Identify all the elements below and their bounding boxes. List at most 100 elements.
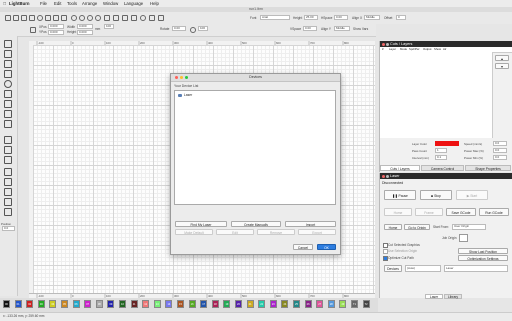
frame-icon[interactable]: [113, 15, 119, 21]
import-icon[interactable]: [29, 15, 35, 21]
palette-swatch[interactable]: 29: [339, 300, 347, 308]
apple-icon[interactable]: : [3, 1, 6, 6]
palette-swatch[interactable]: 05: [61, 300, 68, 308]
palette-swatch[interactable]: 06: [72, 300, 80, 308]
rotate-input[interactable]: 0.00: [172, 26, 186, 31]
palette-swatch[interactable]: 25: [293, 300, 300, 308]
cut-icon[interactable]: [45, 15, 51, 21]
distribute-icon[interactable]: [4, 208, 12, 216]
create-manually-button[interactable]: Create Manually: [231, 221, 281, 227]
palette-swatch[interactable]: 26: [304, 300, 312, 308]
text-tool-icon-left[interactable]: [4, 100, 12, 108]
palette-swatch[interactable]: 12: [142, 300, 150, 308]
job-origin-grid[interactable]: [459, 234, 468, 242]
device-list[interactable]: Laser: [174, 90, 336, 205]
pan-icon[interactable]: [104, 15, 110, 21]
hspace-input[interactable]: 0.00: [334, 15, 348, 20]
mirror-icon[interactable]: [4, 156, 12, 164]
palette-swatch[interactable]: T2: [362, 300, 370, 308]
height-input[interactable]: 0.000: [77, 30, 93, 35]
measure-icon[interactable]: [4, 120, 12, 128]
select-tool-icon[interactable]: [4, 40, 12, 48]
position-laser-icon[interactable]: [4, 110, 12, 118]
line-tool-icon[interactable]: [4, 60, 12, 68]
node-edit-icon[interactable]: [149, 15, 155, 21]
polygon-tool-icon[interactable]: [4, 90, 12, 98]
panel-close-icon[interactable]: [382, 42, 385, 46]
edit-button[interactable]: Edit: [216, 229, 254, 235]
palette-swatch[interactable]: 10: [119, 300, 126, 308]
home-button[interactable]: Home: [384, 208, 412, 216]
tab-library[interactable]: Library: [444, 294, 462, 299]
palette-swatch[interactable]: 17: [200, 300, 208, 308]
tab-camera-control[interactable]: Camera Control: [421, 165, 464, 171]
offset-input[interactable]: 0: [396, 15, 406, 20]
percent-input[interactable]: 100: [104, 24, 114, 29]
cancel-button[interactable]: Cancel: [293, 244, 313, 250]
zoom-in-icon[interactable]: [71, 15, 77, 21]
start-button[interactable]: ▶ Start: [456, 190, 488, 200]
palette-swatch[interactable]: 24: [281, 300, 289, 308]
menu-help[interactable]: Help: [150, 1, 159, 6]
new-file-icon[interactable]: [21, 15, 27, 21]
app-menu[interactable]: LightBurn: [9, 1, 30, 6]
zoom-frame-icon[interactable]: [87, 15, 93, 21]
rotate-icon[interactable]: [190, 27, 196, 33]
xpos-input[interactable]: 0.000: [48, 24, 64, 29]
save-file-icon[interactable]: [13, 15, 19, 21]
trace-icon[interactable]: [131, 15, 137, 21]
palette-swatch[interactable]: 18: [211, 300, 219, 308]
panel-float-icon[interactable]: [386, 42, 389, 46]
paste-icon[interactable]: [61, 15, 67, 21]
menu-edit[interactable]: Edit: [54, 1, 61, 6]
power-min-input[interactable]: 0.0: [493, 155, 507, 160]
tab-shape-properties[interactable]: Shape Properties: [465, 165, 511, 171]
palette-swatch[interactable]: 01: [14, 300, 22, 308]
menu-tools[interactable]: Tools: [67, 1, 77, 6]
move-icon[interactable]: [122, 15, 128, 21]
menu-language[interactable]: Language: [124, 1, 143, 6]
optimization-settings-button[interactable]: Optimization Settings: [458, 255, 508, 261]
text-tool-icon[interactable]: [158, 15, 164, 21]
palette-swatch[interactable]: 16: [188, 300, 196, 308]
weld-icon[interactable]: [4, 188, 12, 196]
laser-select[interactable]: Laser: [444, 265, 508, 272]
lock-icon[interactable]: [30, 27, 36, 33]
zoom-page-icon[interactable]: [95, 15, 101, 21]
width-input[interactable]: 0.000: [77, 24, 93, 29]
palette-swatch[interactable]: 19: [223, 300, 231, 308]
position-input[interactable]: 0.0: [2, 226, 15, 231]
ungroup-icon[interactable]: [4, 178, 12, 186]
flip-vertical-icon[interactable]: [4, 146, 12, 154]
layers-list[interactable]: [380, 52, 493, 138]
align-icon[interactable]: [4, 198, 12, 206]
find-my-laser-button[interactable]: Find My Laser: [175, 221, 227, 227]
palette-swatch[interactable]: 15: [177, 300, 184, 308]
laser-panel-float-icon[interactable]: [386, 174, 389, 178]
vspace-input[interactable]: 0.00: [303, 26, 317, 31]
palette-swatch[interactable]: 20: [235, 300, 242, 308]
start-from-select[interactable]: User Origin: [452, 224, 486, 230]
flip-horizontal-icon[interactable]: [4, 136, 12, 144]
move-layer-down-button[interactable]: ▼: [495, 63, 509, 69]
remove-button[interactable]: Remove: [257, 229, 295, 235]
menu-file[interactable]: File: [40, 1, 47, 6]
move-layer-up-button[interactable]: ▲: [495, 55, 509, 61]
palette-swatch[interactable]: 21: [246, 300, 254, 308]
import-button[interactable]: Import: [285, 221, 336, 227]
device-list-item[interactable]: Laser: [178, 93, 192, 97]
ellipse-tool-icon[interactable]: [4, 80, 12, 88]
power-max-input[interactable]: 0.0: [493, 148, 507, 153]
devices-select[interactable]: (Auto): [405, 265, 441, 272]
palette-swatch[interactable]: 08: [95, 300, 103, 308]
palette-swatch[interactable]: 03: [37, 300, 45, 308]
zoom-window-icon[interactable]: [185, 76, 188, 79]
layer-color-swatch[interactable]: [435, 141, 459, 146]
group-icon[interactable]: [4, 168, 12, 176]
pass-count-input[interactable]: 1: [435, 148, 447, 153]
minimize-window-icon[interactable]: [180, 76, 183, 79]
devices-button[interactable]: Devices: [384, 265, 402, 272]
home2-button[interactable]: Home: [384, 224, 402, 230]
align-y-select[interactable]: Middle: [334, 26, 350, 31]
palette-swatch[interactable]: 22: [258, 300, 266, 308]
